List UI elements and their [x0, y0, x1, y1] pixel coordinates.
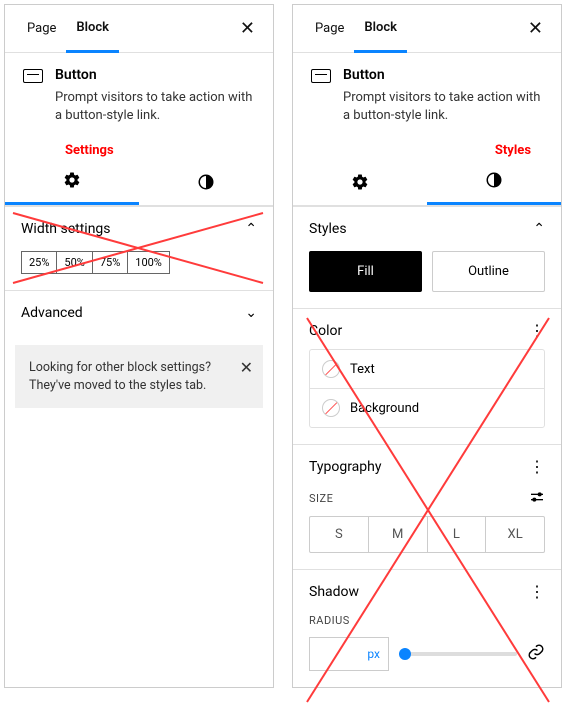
typography-section: Typography ⋮ SIZE S M L XL: [293, 444, 561, 553]
radius-slider[interactable]: [399, 652, 517, 656]
size-option[interactable]: XL: [485, 517, 544, 552]
unit-label: px: [367, 647, 380, 661]
link-sides-icon[interactable]: [527, 643, 545, 665]
radius-input[interactable]: px: [309, 637, 389, 671]
button-block-icon: [311, 69, 331, 83]
annotation-settings: Settings: [5, 143, 273, 162]
block-info: Button Prompt visitors to take action wi…: [293, 53, 561, 143]
chevron-down-icon: ⌄: [245, 305, 257, 321]
width-options: 25% 50% 75% 100%: [21, 251, 257, 274]
tab-page[interactable]: Page: [305, 5, 354, 53]
style-fill-button[interactable]: Fill: [309, 251, 422, 292]
chevron-up-icon: ⌃: [245, 221, 257, 237]
block-title: Button: [343, 67, 543, 83]
advanced-toggle[interactable]: Advanced ⌄: [5, 291, 273, 335]
width-option[interactable]: 75%: [92, 251, 128, 274]
section-title: Advanced: [21, 305, 83, 321]
size-option[interactable]: M: [368, 517, 427, 552]
style-outline-button[interactable]: Outline: [432, 251, 545, 292]
width-settings-toggle[interactable]: Width settings ⌃: [5, 207, 273, 251]
section-title: Styles: [309, 221, 347, 237]
annotation-styles: Styles: [293, 143, 561, 162]
settings-styles-tabs: [293, 162, 561, 206]
tab-styles[interactable]: [427, 162, 561, 205]
styles-panel: Page Block ✕ Button Prompt visitors to t…: [292, 4, 562, 688]
dismiss-notice-icon[interactable]: ✕: [240, 357, 253, 379]
block-info: Button Prompt visitors to take action wi…: [5, 53, 273, 143]
tab-settings[interactable]: [293, 162, 427, 205]
size-option[interactable]: L: [427, 517, 486, 552]
chevron-up-icon: ⌃: [533, 221, 545, 237]
kebab-menu-icon[interactable]: ⋮: [529, 326, 545, 336]
tab-block[interactable]: Block: [66, 5, 119, 53]
size-label: SIZE: [309, 492, 333, 505]
swatch-icon: [322, 399, 340, 417]
gear-icon: [351, 173, 369, 195]
shadow-section: Shadow ⋮ RADIUS px: [293, 569, 561, 687]
settings-panel: Page Block ✕ Button Prompt visitors to t…: [4, 4, 274, 688]
section-title: Color: [309, 323, 342, 339]
inspector-tabs: Page Block ✕: [5, 5, 273, 53]
styles-section: Styles ⌃ Fill Outline: [293, 206, 561, 308]
styles-toggle[interactable]: Styles ⌃: [293, 207, 561, 251]
section-title: Shadow: [309, 584, 359, 600]
width-option[interactable]: 100%: [127, 251, 170, 274]
swatch-icon: [322, 360, 340, 378]
tab-page[interactable]: Page: [17, 5, 66, 53]
width-option[interactable]: 25%: [21, 251, 57, 274]
sliders-icon[interactable]: [529, 489, 545, 508]
button-block-icon: [23, 69, 43, 83]
section-title: Width settings: [21, 221, 111, 237]
inspector-tabs: Page Block ✕: [293, 5, 561, 53]
color-background-row[interactable]: Background: [310, 388, 544, 427]
close-icon[interactable]: ✕: [522, 14, 549, 43]
close-icon[interactable]: ✕: [234, 14, 261, 43]
block-description: Prompt visitors to take action with a bu…: [343, 89, 543, 125]
font-size-options: S M L XL: [309, 516, 545, 553]
color-section: Color ⋮ Text Background: [293, 308, 561, 428]
section-title: Typography: [309, 459, 381, 475]
width-settings-section: Width settings ⌃ 25% 50% 75% 100%: [5, 206, 273, 290]
color-label: Background: [350, 401, 419, 416]
tab-styles[interactable]: [139, 162, 273, 205]
block-title: Button: [55, 67, 255, 83]
moved-notice: Looking for other block settings? They'v…: [15, 345, 263, 408]
color-label: Text: [350, 362, 375, 377]
notice-text: Looking for other block settings? They'v…: [29, 360, 211, 393]
block-description: Prompt visitors to take action with a bu…: [55, 89, 255, 125]
width-option[interactable]: 50%: [56, 251, 92, 274]
kebab-menu-icon[interactable]: ⋮: [529, 462, 545, 472]
radius-label: RADIUS: [293, 610, 561, 633]
contrast-icon: [485, 171, 503, 193]
kebab-menu-icon[interactable]: ⋮: [529, 587, 545, 597]
slider-thumb-icon: [399, 648, 411, 660]
contrast-icon: [197, 173, 215, 195]
size-option[interactable]: S: [310, 517, 368, 552]
gear-icon: [63, 171, 81, 193]
tab-settings[interactable]: [5, 162, 139, 205]
color-text-row[interactable]: Text: [310, 350, 544, 388]
settings-styles-tabs: [5, 162, 273, 206]
advanced-section: Advanced ⌄: [5, 290, 273, 335]
tab-block[interactable]: Block: [354, 5, 407, 53]
